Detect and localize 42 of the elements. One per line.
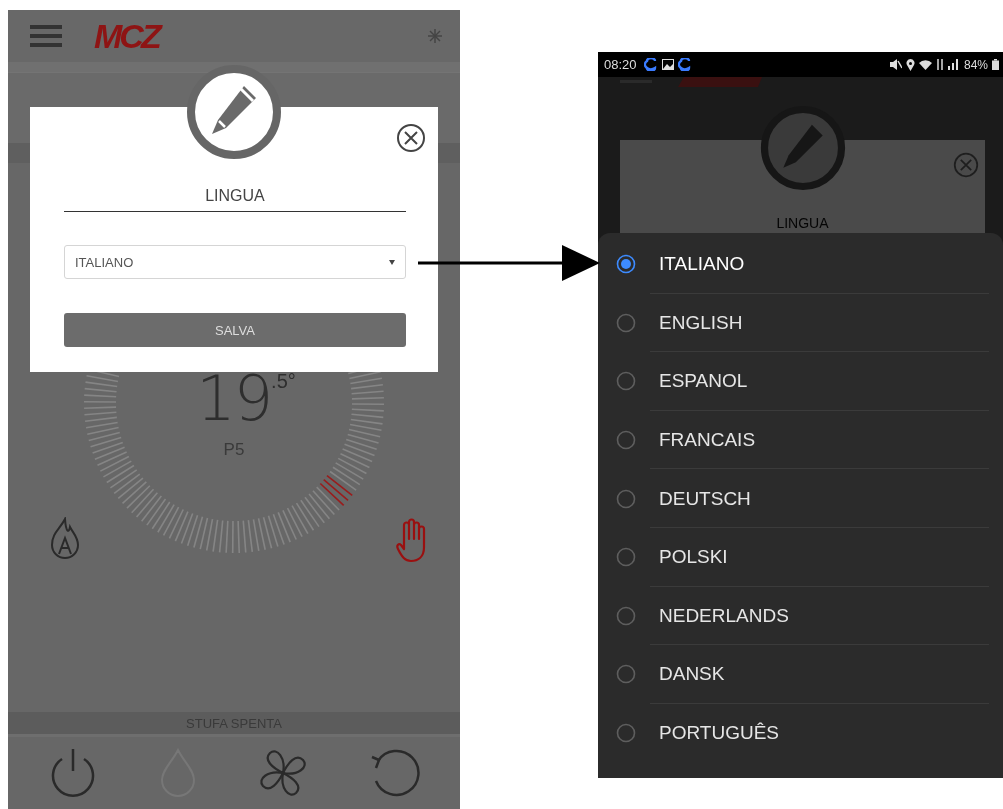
battery-icon bbox=[992, 59, 999, 70]
notification-icon bbox=[677, 58, 692, 71]
wifi-icon bbox=[918, 59, 932, 70]
fan-icon[interactable] bbox=[258, 748, 308, 798]
signal-icon bbox=[947, 59, 960, 70]
image-icon bbox=[661, 59, 674, 70]
notification-icon bbox=[643, 58, 658, 71]
language-option[interactable]: DANSK bbox=[598, 645, 1003, 704]
auto-flame-icon[interactable] bbox=[48, 517, 82, 561]
dialog-title: LINGUA bbox=[776, 215, 829, 231]
caret-icon bbox=[389, 259, 395, 265]
language-option[interactable]: ITALIANO bbox=[598, 235, 1003, 294]
mute-icon bbox=[889, 59, 902, 70]
radio-button-icon bbox=[616, 488, 636, 509]
radio-button-icon bbox=[616, 723, 636, 744]
language-dropdown[interactable]: ITALIANO bbox=[64, 245, 406, 279]
clock-text: 08:20 bbox=[604, 57, 637, 72]
language-option[interactable]: ESPANOL bbox=[598, 352, 1003, 411]
language-option[interactable]: POLSKI bbox=[598, 527, 1003, 587]
language-option[interactable]: NEDERLANDS bbox=[598, 586, 1003, 646]
language-option[interactable]: PORTUGUÊS bbox=[598, 703, 1003, 763]
language-option[interactable]: FRANCAIS bbox=[598, 410, 1003, 470]
brand-logo: MCZ bbox=[94, 16, 162, 56]
radio-button-icon bbox=[616, 430, 636, 451]
battery-text: 84% bbox=[963, 57, 988, 72]
radio-button-icon bbox=[616, 371, 636, 392]
radio-button-icon bbox=[616, 605, 636, 626]
save-button[interactable]: SALVA bbox=[64, 313, 406, 347]
location-icon bbox=[905, 58, 915, 71]
radio-button-icon bbox=[616, 254, 636, 275]
temperature-value: 19 bbox=[196, 368, 272, 430]
hand-icon[interactable] bbox=[394, 517, 428, 563]
snowflake-icon[interactable] bbox=[428, 29, 442, 43]
dialog-title: LINGUA bbox=[64, 187, 406, 212]
temperature-decimal: .5° bbox=[271, 370, 296, 393]
language-option[interactable]: DEUTSCH bbox=[598, 469, 1003, 528]
close-icon[interactable] bbox=[396, 123, 426, 153]
radio-button-icon bbox=[616, 547, 636, 568]
radio-button-icon bbox=[616, 664, 636, 685]
radio-button-icon bbox=[616, 312, 636, 333]
language-option[interactable]: ENGLISH bbox=[598, 293, 1003, 353]
pencil-icon bbox=[760, 105, 846, 191]
